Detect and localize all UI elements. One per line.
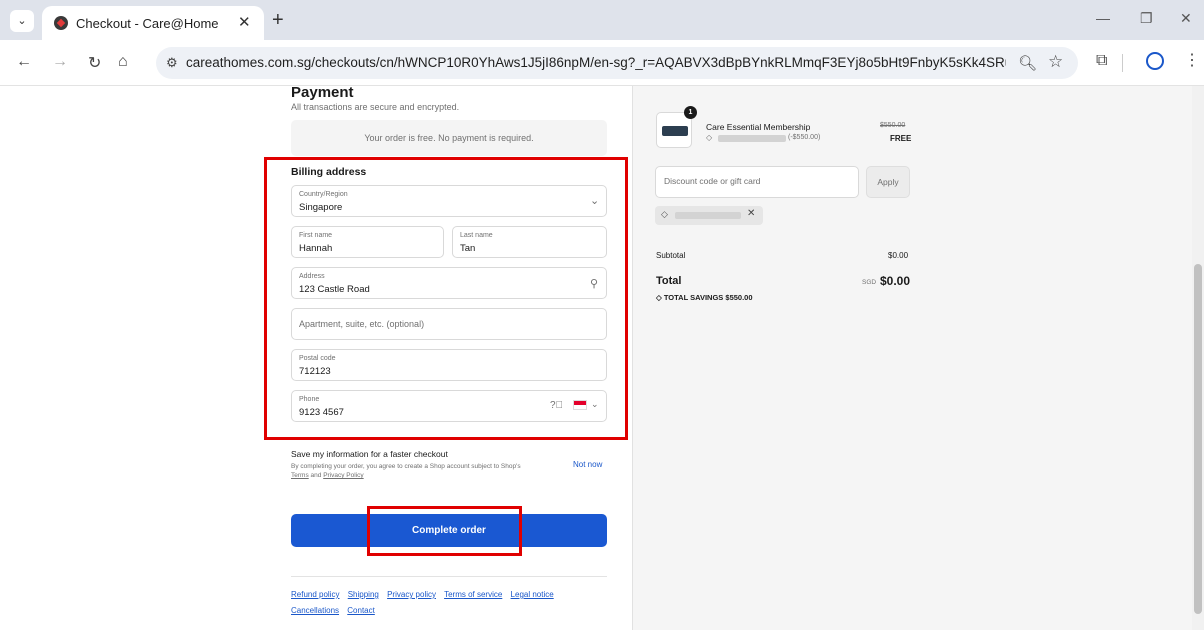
quantity-badge: 1 (684, 106, 697, 119)
site-info-icon[interactable]: ⚙ (166, 55, 178, 71)
total-label: Total (656, 275, 682, 287)
tab-title: Checkout - Care@Home (76, 16, 219, 31)
browser-tab[interactable]: Checkout - Care@Home ✕ (42, 6, 264, 40)
free-order-message: Your order is free. No payment is requir… (291, 120, 607, 156)
save-info-text: By completing your order, you agree to c… (291, 462, 561, 480)
url-text[interactable]: careathomes.com.sg/checkouts/cn/hWNCP10R… (186, 55, 1006, 70)
savings-tag-icon: ◇ (656, 293, 664, 302)
save-info-prefix: By completing your order, you agree to c… (291, 463, 521, 470)
and-text: and (310, 472, 322, 479)
shipping-link[interactable]: Shipping (348, 590, 379, 599)
privacy-policy-link[interactable]: Privacy Policy (323, 472, 363, 479)
menu-icon[interactable]: ⋮ (1184, 50, 1200, 70)
discount-code-input[interactable] (664, 176, 854, 186)
star-icon[interactable]: ☆ (1048, 52, 1063, 72)
scrollbar-thumb[interactable] (1194, 264, 1202, 614)
page-scrollbar[interactable] (1192, 86, 1204, 630)
payment-subtitle: All transactions are secure and encrypte… (291, 102, 460, 112)
window-close-icon[interactable]: ✕ (1180, 10, 1192, 27)
total-savings-text: TOTAL SAVINGS $550.00 (663, 293, 753, 302)
terms-of-service-link[interactable]: Terms of service (444, 590, 502, 599)
tab-search-chevron-down-icon[interactable]: ⌄ (10, 10, 34, 32)
tag-icon: ◇ (706, 133, 713, 142)
restore-icon[interactable]: ❐ (1140, 10, 1153, 27)
save-info-title: Save my information for a faster checkou… (291, 449, 448, 459)
terms-link[interactable]: Terms (291, 472, 309, 479)
apply-button[interactable]: Apply (866, 166, 910, 198)
subtotal-value: $0.00 (888, 251, 909, 260)
back-icon[interactable]: ← (16, 53, 32, 71)
legal-notice-link[interactable]: Legal notice (511, 590, 554, 599)
not-now-button[interactable]: Not now (573, 460, 602, 469)
total-savings: ◇ TOTAL SAVINGS $550.00 (656, 293, 753, 302)
footer-divider (291, 576, 607, 577)
extensions-icon[interactable]: ⧉ (1096, 52, 1107, 70)
browser-toolbar: ← → ↻ ⌂ ⚙ careathomes.com.sg/checkouts/c… (0, 40, 1204, 86)
redacted-code-text (675, 212, 741, 219)
checkout-page: Payment All transactions are secure and … (0, 86, 1204, 630)
cancellations-link[interactable]: Cancellations (291, 606, 339, 615)
home-icon[interactable]: ⌂ (118, 53, 128, 71)
browser-tab-bar: ⌄ Checkout - Care@Home ✕ + — ❐ ✕ (0, 0, 1204, 40)
tag-icon: ◇ (661, 209, 668, 219)
forward-icon[interactable]: → (52, 53, 68, 71)
tab-close-icon[interactable]: ✕ (238, 13, 251, 31)
product-name: Care Essential Membership (706, 122, 811, 132)
subtotal-label: Subtotal (656, 251, 686, 260)
toolbar-divider (1122, 54, 1123, 72)
favicon-icon (54, 16, 68, 30)
billing-highlight-box (264, 157, 628, 440)
redacted-discount-code (718, 135, 786, 142)
remove-discount-close-icon[interactable]: ✕ (747, 208, 755, 219)
complete-order-highlight-box (367, 506, 522, 556)
product-discount-amount: (-$550.00) (788, 134, 821, 141)
profile-icon[interactable] (1146, 52, 1164, 70)
new-tab-plus-icon[interactable]: + (272, 9, 284, 32)
total-currency: SGD (862, 279, 877, 286)
privacy-policy-footer-link[interactable]: Privacy policy (387, 590, 436, 599)
product-price: FREE (890, 134, 912, 143)
applied-discount-chip: ◇ ✕ (655, 206, 763, 225)
refund-policy-link[interactable]: Refund policy (291, 590, 339, 599)
payment-title: Payment (291, 86, 354, 101)
zoom-icon[interactable]: 🔍︎ (1018, 54, 1037, 72)
footer-links: Refund policy Shipping Privacy policy Te… (291, 587, 607, 619)
address-bar[interactable]: ⚙ careathomes.com.sg/checkouts/cn/hWNCP1… (156, 47, 1078, 79)
discount-code-field[interactable] (655, 166, 859, 198)
minimize-icon[interactable]: — (1096, 10, 1110, 26)
original-price: $550.00 (880, 122, 906, 129)
reload-icon[interactable]: ↻ (88, 53, 101, 73)
total-value: $0.00 (880, 274, 911, 288)
contact-link[interactable]: Contact (347, 606, 375, 615)
